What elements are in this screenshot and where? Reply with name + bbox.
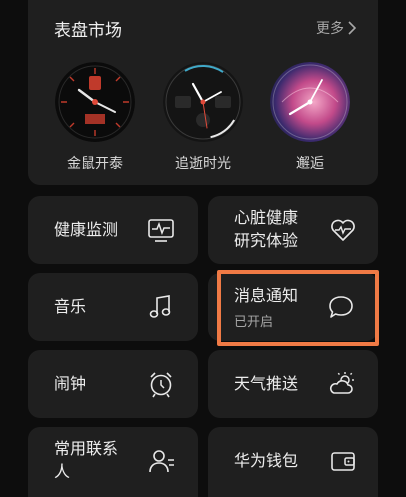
watch-face-name: 金鼠开泰 xyxy=(67,156,123,172)
watch-face-golden-rat[interactable] xyxy=(55,62,135,142)
chevron-right-icon xyxy=(348,21,356,35)
tile-heart-health[interactable]: 心脏健康 研究体验 xyxy=(208,196,378,264)
heart-pulse-icon xyxy=(328,215,358,245)
health-monitor-icon xyxy=(146,215,176,245)
watch-face-chasing-time[interactable] xyxy=(163,62,243,142)
more-link[interactable]: 更多 xyxy=(316,18,356,38)
tile-alarm[interactable]: 闹钟 xyxy=(28,350,198,418)
weather-sun-cloud-icon xyxy=(326,369,356,399)
watch-face-market-title: 表盘市场 xyxy=(54,21,122,41)
watch-face-market-card: 表盘市场 更多 金鼠开泰 追逝时光 邂逅 xyxy=(28,0,378,185)
tile-label: 华为钱包 xyxy=(234,451,299,470)
tile-weather-push[interactable]: 天气推送 xyxy=(208,350,378,418)
tile-huawei-wallet[interactable]: 华为钱包 xyxy=(208,427,378,497)
contact-person-icon xyxy=(146,446,176,476)
tile-frequent-contacts[interactable]: 常用联系 人 xyxy=(28,427,198,497)
tile-label: 心脏健康 xyxy=(234,208,299,227)
more-label: 更多 xyxy=(316,21,344,37)
tile-label: 天气推送 xyxy=(234,374,299,393)
highlight-box xyxy=(217,270,379,346)
tile-label-line2: 人 xyxy=(54,462,71,481)
watch-face-name: 追逝时光 xyxy=(175,156,231,172)
tile-music[interactable]: 音乐 xyxy=(28,273,198,341)
tile-health-monitoring[interactable]: 健康监测 xyxy=(28,196,198,264)
tile-label: 音乐 xyxy=(54,297,87,316)
watch-face-encounter[interactable] xyxy=(270,62,350,142)
alarm-clock-icon xyxy=(146,369,176,399)
tile-label: 健康监测 xyxy=(54,220,119,239)
tile-label-line2: 研究体验 xyxy=(234,231,299,250)
tile-label: 常用联系 xyxy=(54,439,119,458)
tile-label: 闹钟 xyxy=(54,374,87,393)
music-note-icon xyxy=(146,292,176,322)
watch-face-name: 邂逅 xyxy=(296,156,324,172)
wallet-icon xyxy=(328,446,358,476)
